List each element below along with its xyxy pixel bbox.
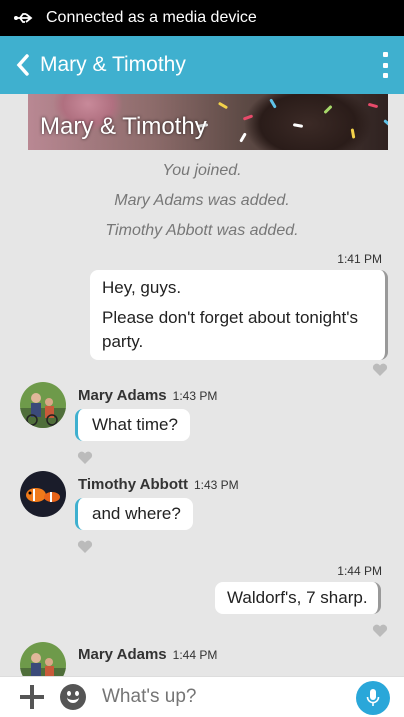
message-bubble-outgoing[interactable]: Hey, guys. Please don't forget about ton…	[90, 270, 388, 360]
sender-line: Timothy Abbott 1:43 PM	[78, 476, 239, 493]
message-text: Please don't forget about tonight's part…	[102, 308, 359, 351]
message-list[interactable]: Mary & Timothy You joined. Mary Adams wa…	[0, 94, 404, 676]
message-input[interactable]	[102, 686, 332, 708]
sender-name: Mary Adams	[78, 646, 167, 663]
sender-name: Mary Adams	[78, 387, 167, 404]
message-text: What time?	[92, 415, 178, 434]
avatar[interactable]	[20, 471, 66, 517]
app-bar: Mary & Timothy	[0, 36, 404, 94]
avatar[interactable]	[20, 382, 66, 428]
system-message: Timothy Abbott was added.	[105, 222, 299, 239]
message-bubble-outgoing[interactable]: Waldorf's, 7 sharp.	[215, 582, 381, 614]
back-button[interactable]	[8, 36, 38, 94]
message-text: Waldorf's, 7 sharp.	[227, 588, 368, 607]
status-text: Connected as a media device	[46, 9, 257, 26]
usb-icon	[14, 12, 38, 24]
chevron-left-icon	[16, 54, 29, 76]
overflow-menu-icon[interactable]	[380, 52, 390, 78]
message-text: Hey, guys.	[102, 278, 182, 297]
emoji-icon[interactable]	[60, 684, 86, 710]
sender-line: Mary Adams 1:43 PM	[78, 387, 217, 404]
microphone-icon[interactable]	[356, 681, 390, 715]
group-banner-image: Mary & Timothy	[28, 94, 388, 150]
message-time: 1:43 PM	[172, 389, 218, 403]
system-message: You joined.	[162, 162, 242, 179]
message-bubble-incoming[interactable]: and where?	[75, 498, 193, 530]
sender-line: Mary Adams 1:44 PM	[78, 646, 217, 663]
conversation-title[interactable]: Mary & Timothy	[40, 53, 186, 77]
avatar[interactable]	[20, 642, 66, 676]
status-bar: Connected as a media device	[0, 0, 404, 36]
banner-title: Mary & Timothy	[40, 113, 207, 140]
message-time: 1:41 PM	[337, 252, 382, 266]
heart-icon[interactable]	[77, 540, 93, 554]
message-time: 1:44 PM	[337, 564, 382, 578]
system-message: Mary Adams was added.	[114, 192, 290, 209]
heart-icon[interactable]	[77, 451, 93, 465]
message-bubble-incoming[interactable]: What time?	[75, 409, 190, 441]
message-time: 1:43 PM	[193, 478, 239, 492]
message-time: 1:44 PM	[172, 648, 218, 662]
message-text: and where?	[92, 504, 181, 523]
heart-icon[interactable]	[372, 624, 388, 638]
heart-icon[interactable]	[372, 363, 388, 377]
sender-name: Timothy Abbott	[78, 476, 188, 493]
plus-icon[interactable]	[18, 683, 46, 711]
composer-bar	[0, 676, 404, 717]
